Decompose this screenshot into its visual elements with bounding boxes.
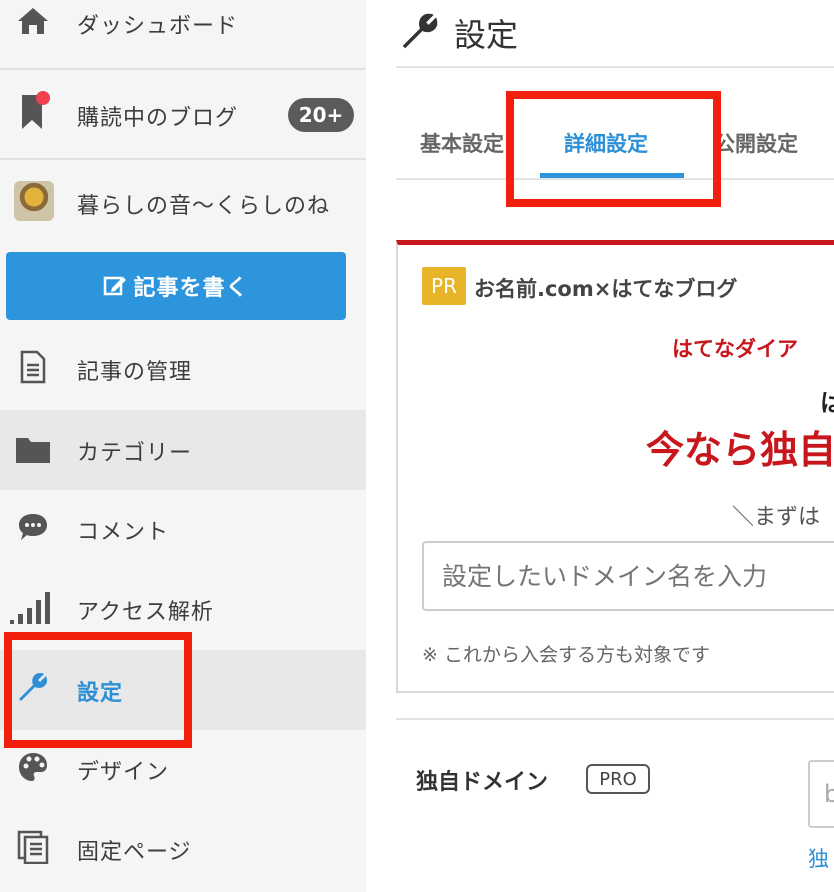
pages-icon [16, 830, 50, 864]
custom-domain-input[interactable]: b [808, 760, 834, 828]
sidebar-item-comments[interactable]: コメント [0, 490, 366, 568]
pr-badge: PR [422, 267, 466, 305]
pr-headline-1: はてなダイア [672, 337, 798, 361]
pro-badge: PRO [586, 764, 650, 794]
pr-headline-2: は [820, 389, 834, 417]
divider [396, 66, 834, 68]
pr-card: PR お名前.com×はてなブログ はてなダイア は 今なら独自 ＼まずは ※ … [396, 240, 834, 693]
sidebar-item-label: カテゴリー [77, 441, 193, 466]
wrench-icon [398, 10, 442, 56]
tab-basic-settings[interactable]: 基本設定 [420, 128, 504, 158]
sidebar-item-articles[interactable]: 記事の管理 [0, 330, 366, 408]
highlight-box-advanced-tab [506, 91, 721, 207]
sidebar-item-pages[interactable]: 固定ページ [0, 810, 366, 888]
sidebar-item-label: 暮らしの音〜くらしのね [77, 194, 331, 219]
home-icon [16, 4, 50, 38]
divider [396, 718, 834, 720]
highlight-box-settings [4, 632, 192, 748]
sidebar-item-label: アクセス解析 [77, 600, 214, 625]
comment-icon [16, 510, 50, 544]
sidebar-item-label: コメント [77, 520, 170, 545]
edit-icon [104, 276, 127, 296]
tab-publish-settings[interactable]: 公開設定 [714, 128, 798, 158]
sidebar-item-categories[interactable]: カテゴリー [0, 410, 366, 490]
sidebar-item-label: 固定ページ [77, 840, 192, 865]
sidebar-item-blog[interactable]: 暮らしの音〜くらしのね [0, 160, 366, 244]
pr-headline-3: 今なら独自 [646, 428, 834, 472]
write-article-button[interactable]: 記事を書く [6, 252, 346, 320]
document-icon [16, 350, 50, 384]
pr-title: お名前.com×はてなブログ [474, 277, 738, 301]
custom-domain-link[interactable]: 独 [808, 843, 829, 873]
pr-headline-4: ＼まずは [732, 505, 821, 530]
sidebar-item-label: 購読中のブログ [77, 106, 239, 131]
domain-search-input[interactable] [422, 541, 834, 611]
palette-icon [16, 750, 50, 784]
bookmark-icon [16, 91, 50, 129]
pr-note: ※ これから入会する方も対象です [422, 644, 710, 666]
unread-count-badge: 20+ [288, 98, 354, 132]
sidebar-item-label: デザイン [77, 760, 170, 785]
blog-avatar [14, 181, 54, 221]
sidebar-item-label: 記事の管理 [77, 360, 193, 385]
bar-signal-icon [10, 590, 52, 624]
sidebar-item-label: ダッシュボード [77, 14, 239, 39]
page-title: 設定 [454, 16, 519, 54]
custom-domain-label: 独自ドメイン [416, 770, 549, 795]
write-article-label: 記事を書く [133, 276, 249, 301]
sidebar: ダッシュボード 購読中のブログ 20+ 暮らしの音〜くらしのね 記事を書く 記事… [0, 0, 366, 892]
sidebar-item-dashboard[interactable]: ダッシュボード [0, 0, 366, 46]
main-content: 設定 基本設定 詳細設定 公開設定 PR お名前.com×はてなブログ はてなダ… [366, 0, 834, 892]
folder-icon [16, 432, 50, 466]
